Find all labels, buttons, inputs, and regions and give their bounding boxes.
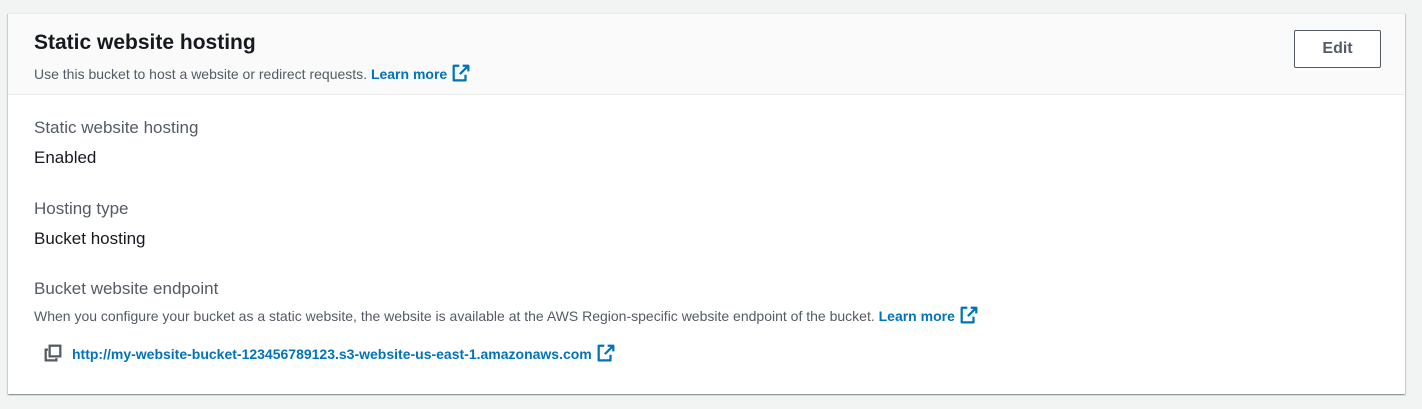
endpoint-description: When you configure your bucket as a stat… <box>34 306 978 325</box>
panel-description-text: Use this bucket to host a website or red… <box>34 66 368 82</box>
header-learn-more-label: Learn more <box>370 66 448 82</box>
panel-header: Static website hosting Use this bucket t… <box>8 14 1405 95</box>
endpoint-url-text: http://my-website-bucket-123456789123.s3… <box>72 346 592 362</box>
edit-button[interactable]: Edit <box>1294 30 1381 68</box>
hosting-type-label: Hosting type <box>34 199 129 218</box>
hosting-label: Static website hosting <box>34 118 199 137</box>
endpoint-description-text: When you configure your bucket as a stat… <box>34 308 875 324</box>
external-link-icon <box>597 344 615 362</box>
header-learn-more-link[interactable]: Learn more <box>370 64 470 82</box>
panel-title: Static website hosting <box>34 31 256 54</box>
hosting-type-value: Bucket hosting <box>34 229 146 248</box>
external-link-icon <box>960 306 978 324</box>
endpoint-label: Bucket website endpoint <box>34 279 219 298</box>
endpoint-learn-more-link[interactable]: Learn more <box>878 306 978 324</box>
static-website-hosting-panel: Static website hosting Use this bucket t… <box>8 13 1405 394</box>
panel-description: Use this bucket to host a website or red… <box>34 64 470 83</box>
hosting-value: Enabled <box>34 148 97 167</box>
endpoint-learn-more-label: Learn more <box>878 308 955 324</box>
endpoint-url-row: http://my-website-bucket-123456789123.s3… <box>44 342 615 364</box>
external-link-icon <box>452 64 470 82</box>
endpoint-url-link[interactable]: http://my-website-bucket-123456789123.s3… <box>72 344 615 362</box>
copy-icon[interactable] <box>44 344 62 362</box>
